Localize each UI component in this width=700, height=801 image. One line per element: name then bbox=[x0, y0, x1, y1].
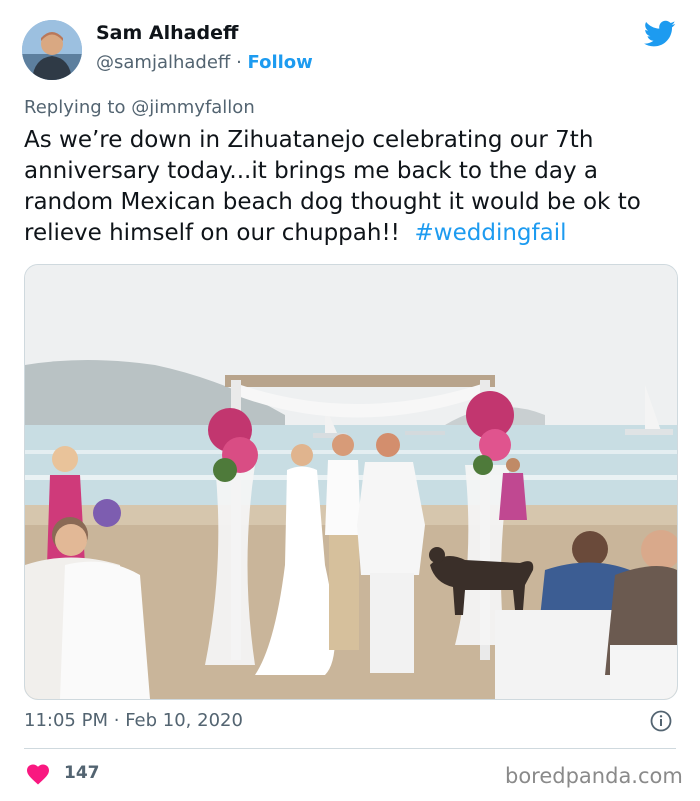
info-icon[interactable] bbox=[650, 710, 672, 732]
reply-prefix: Replying to bbox=[24, 97, 126, 118]
timestamp[interactable]: 11:05 PM · Feb 10, 2020 bbox=[24, 710, 243, 731]
timestamp-separator: · bbox=[113, 710, 120, 731]
divider bbox=[24, 748, 676, 749]
watermark: boredpanda.com bbox=[505, 764, 683, 788]
reply-context: Replying to @jimmyfallon bbox=[24, 97, 255, 118]
twitter-bird-icon[interactable] bbox=[644, 20, 676, 48]
hashtag-link[interactable]: #weddingfail bbox=[415, 220, 567, 246]
handle-separator: · bbox=[236, 52, 242, 73]
author-name[interactable]: Sam Alhadeff bbox=[96, 22, 238, 44]
author-handle[interactable]: @samjalhadeff bbox=[96, 52, 230, 73]
timestamp-date: Feb 10, 2020 bbox=[125, 710, 243, 731]
tweet-photo[interactable] bbox=[24, 264, 678, 700]
like-count[interactable]: 147 bbox=[64, 763, 100, 783]
author-handle-line: @samjalhadeff · Follow bbox=[96, 52, 313, 73]
heart-icon[interactable] bbox=[26, 763, 50, 785]
tweet-text: As we’re down in Zihuatanejo celebrating… bbox=[24, 125, 684, 249]
timestamp-time: 11:05 PM bbox=[24, 710, 108, 731]
tweet-card: Sam Alhadeff @samjalhadeff · Follow Repl… bbox=[0, 0, 700, 801]
reply-mention[interactable]: @jimmyfallon bbox=[131, 97, 255, 118]
follow-button[interactable]: Follow bbox=[248, 52, 313, 73]
avatar[interactable] bbox=[22, 20, 82, 80]
